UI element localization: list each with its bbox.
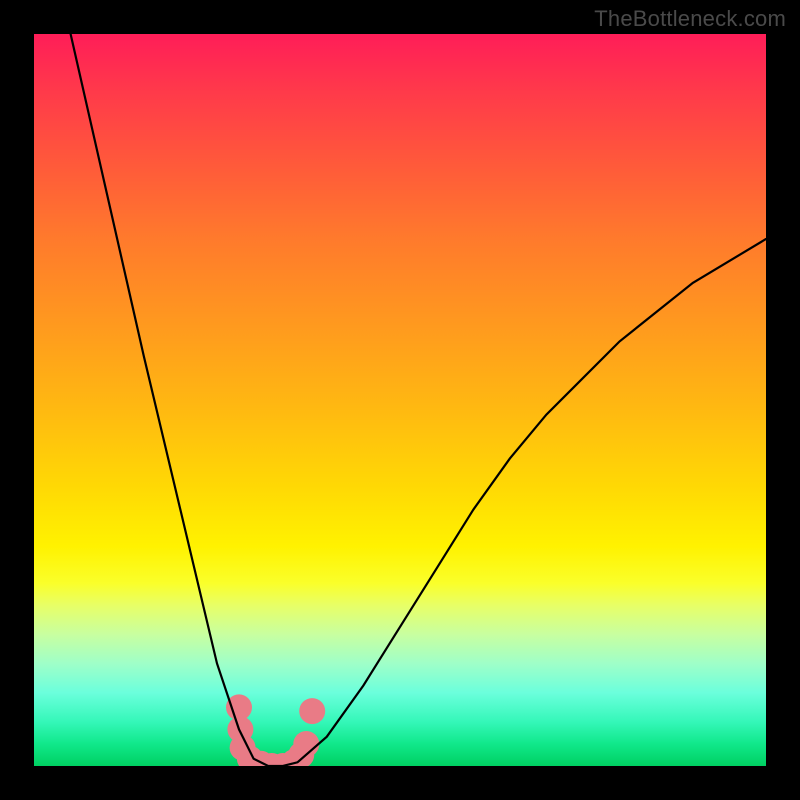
marker-cluster <box>226 694 325 766</box>
bottleneck-curve-line <box>71 34 766 766</box>
marker-dot <box>293 731 319 757</box>
marker-dot <box>299 698 325 724</box>
chart-svg <box>34 34 766 766</box>
watermark-text: TheBottleneck.com <box>594 6 786 32</box>
